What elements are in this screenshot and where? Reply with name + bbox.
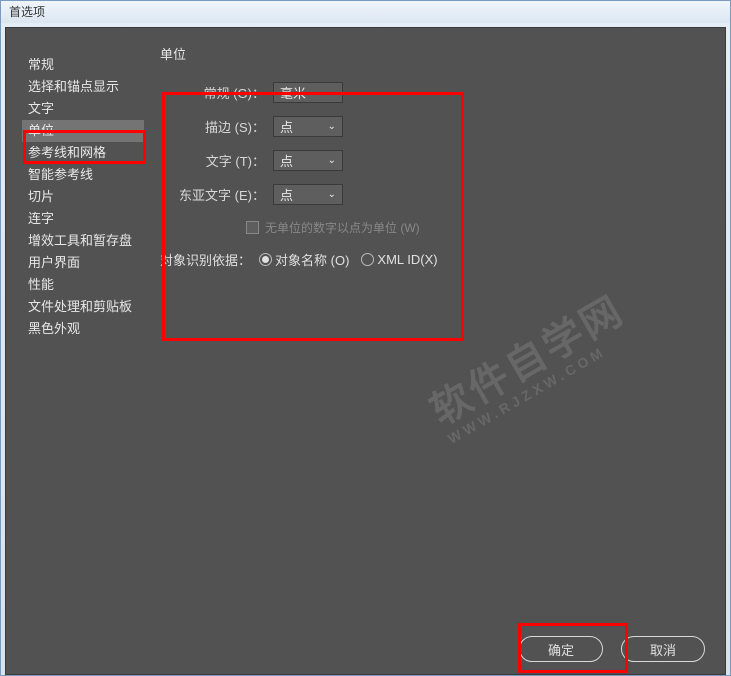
radio-row: 对象识别依据： 对象名称 (O) XML ID(X): [160, 250, 717, 269]
sidebar-item-black[interactable]: 黑色外观: [22, 318, 144, 340]
dropdown-stroke-value: 点: [280, 117, 293, 136]
cancel-button[interactable]: 取消: [621, 636, 705, 662]
row-stroke: 描边 (S)： 点 ⌄: [160, 115, 717, 137]
sidebar-item-slices[interactable]: 切片: [22, 186, 144, 208]
dropdown-general[interactable]: 毫米 ⌄: [273, 82, 343, 103]
section-title: 单位: [160, 44, 717, 63]
dropdown-text[interactable]: 点 ⌄: [273, 150, 343, 171]
sidebar-item-plugins[interactable]: 增效工具和暂存盘: [22, 230, 144, 252]
chevron-down-icon: ⌄: [328, 189, 336, 200]
label-general: 常规 (G)：: [160, 83, 265, 102]
button-row: 确定 取消: [519, 636, 705, 662]
watermark: 软件自学网 WWW.RJZXW.COM: [424, 288, 640, 447]
sidebar-item-units[interactable]: 单位: [22, 120, 144, 142]
dropdown-stroke[interactable]: 点 ⌄: [273, 116, 343, 137]
dropdown-text-value: 点: [280, 151, 293, 170]
sidebar: 常规 选择和锚点显示 文字 单位 参考线和网格 智能参考线 切片 连字 增效工具…: [22, 38, 144, 674]
radio-label-xml-id: XML ID(X): [377, 252, 437, 267]
dropdown-general-value: 毫米: [280, 83, 306, 102]
chevron-down-icon: ⌄: [328, 87, 336, 98]
sidebar-item-general[interactable]: 常规: [22, 54, 144, 76]
content-area: 单位 常规 (G)： 毫米 ⌄ 描边 (S)： 点 ⌄ 文字 (T)：: [144, 28, 725, 674]
checkbox-label: 无单位的数字以点为单位 (W): [265, 219, 420, 236]
checkbox-no-units[interactable]: [246, 221, 259, 234]
label-text: 文字 (T)：: [160, 151, 265, 170]
sidebar-item-guides[interactable]: 参考线和网格: [22, 142, 144, 164]
sidebar-item-performance[interactable]: 性能: [22, 274, 144, 296]
radio-xml-id[interactable]: [361, 253, 374, 266]
sidebar-item-file[interactable]: 文件处理和剪贴板: [22, 296, 144, 318]
row-asian: 东亚文字 (E)： 点 ⌄: [160, 183, 717, 205]
main-panel: 常规 选择和锚点显示 文字 单位 参考线和网格 智能参考线 切片 连字 增效工具…: [5, 27, 726, 675]
checkbox-row: 无单位的数字以点为单位 (W): [246, 219, 717, 236]
preferences-dialog: 首选项 常规 选择和锚点显示 文字 单位 参考线和网格 智能参考线 切片 连字 …: [0, 0, 731, 676]
row-general: 常规 (G)： 毫米 ⌄: [160, 81, 717, 103]
radio-label-object-name: 对象名称 (O): [275, 250, 349, 269]
sidebar-item-type[interactable]: 文字: [22, 98, 144, 120]
sidebar-item-hyphen[interactable]: 连字: [22, 208, 144, 230]
chevron-down-icon: ⌄: [328, 121, 336, 132]
radio-object-name[interactable]: [259, 253, 272, 266]
sidebar-item-ui[interactable]: 用户界面: [22, 252, 144, 274]
label-asian: 东亚文字 (E)：: [160, 185, 265, 204]
sidebar-item-smart-guides[interactable]: 智能参考线: [22, 164, 144, 186]
dropdown-asian[interactable]: 点 ⌄: [273, 184, 343, 205]
dropdown-asian-value: 点: [280, 185, 293, 204]
label-stroke: 描边 (S)：: [160, 117, 265, 136]
chevron-down-icon: ⌄: [328, 155, 336, 166]
radio-main-label: 对象识别依据：: [160, 250, 251, 269]
ok-button[interactable]: 确定: [519, 636, 603, 662]
dialog-title: 首选项: [9, 5, 45, 19]
row-text: 文字 (T)： 点 ⌄: [160, 149, 717, 171]
sidebar-item-selection[interactable]: 选择和锚点显示: [22, 76, 144, 98]
title-bar: 首选项: [1, 1, 730, 23]
